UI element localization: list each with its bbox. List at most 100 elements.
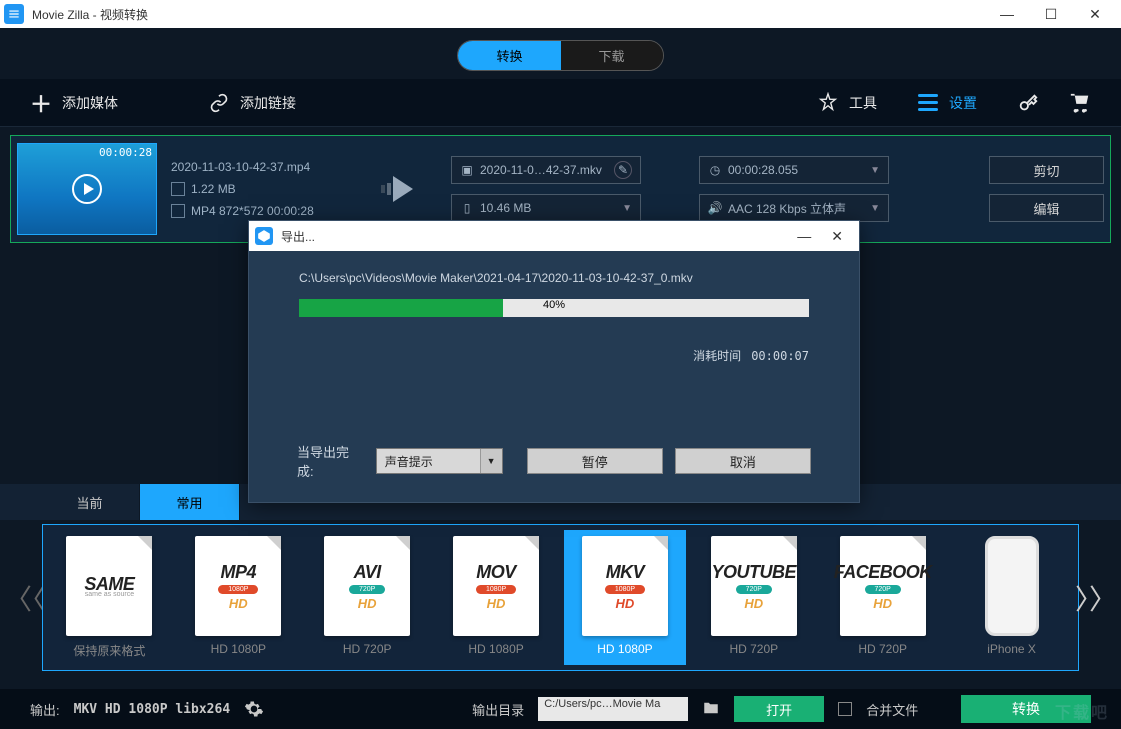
chevron-down-icon: ▼	[870, 165, 880, 176]
filename: 2020-11-03-10-42-37.mp4	[171, 160, 361, 174]
filesize: 1.22 MB	[191, 182, 236, 196]
pencil-icon[interactable]: ✎	[614, 161, 632, 179]
format-panel: 当前 常用 〈〈 SAMEsame as source保持原来格式MP41080…	[0, 484, 1121, 689]
format-sub: same as source	[85, 591, 134, 598]
format-name: FACEBOOK	[834, 562, 932, 583]
cart-icon	[1069, 92, 1091, 114]
format-card-same[interactable]: SAMEsame as source保持原来格式	[48, 530, 171, 665]
format-name: YOUTUBE	[712, 562, 797, 583]
res-badge: 720P	[736, 585, 772, 594]
cart-button[interactable]	[1069, 92, 1091, 114]
duration-value: 00:00:28.055	[728, 163, 798, 177]
gear-icon[interactable]	[244, 699, 264, 719]
hd-badge: HD	[487, 596, 506, 611]
settings-button[interactable]: 设置	[917, 92, 977, 114]
hd-badge: HD	[358, 596, 377, 611]
format-card-youtube[interactable]: YOUTUBE 720P HD HD 720P	[692, 530, 815, 665]
tab-download[interactable]: 下载	[561, 41, 663, 70]
play-icon[interactable]	[72, 174, 102, 204]
plus-icon: ＋	[30, 92, 52, 114]
clock-icon: ◷	[708, 163, 722, 177]
folder-icon[interactable]	[702, 699, 720, 720]
pause-button[interactable]: 暂停	[527, 448, 663, 474]
minimize-button[interactable]: —	[997, 6, 1017, 23]
merge-label: 合并文件	[866, 700, 918, 719]
format-card-mp4[interactable]: MP41080PHDHD 1080P	[177, 530, 300, 665]
output-size-select[interactable]: ▯ 10.46 MB ▼	[451, 194, 641, 222]
speaker-icon: 🔊	[708, 201, 722, 215]
hd-badge: HD	[744, 596, 763, 611]
audio-value: AAC 128 Kbps 立体声	[728, 200, 846, 217]
arrow-icon	[381, 174, 431, 204]
res-badge: 1080P	[218, 585, 258, 594]
settings-label: 设置	[949, 93, 977, 113]
res-badge: 1080P	[476, 585, 516, 594]
format-label: HD 720P	[729, 642, 778, 656]
output-format-value: MKV HD 1080P libx264	[74, 702, 231, 717]
key-button[interactable]	[1017, 92, 1039, 114]
duration-select[interactable]: ◷ 00:00:28.055 ▼	[699, 156, 889, 184]
file-icon: ▯	[460, 201, 474, 215]
add-media-label: 添加媒体	[62, 93, 118, 113]
cancel-button[interactable]: 取消	[675, 448, 811, 474]
dialog-minimize-button[interactable]: —	[797, 228, 811, 245]
elapsed-label: 消耗时间	[693, 349, 741, 363]
export-path: C:\Users\pc\Videos\Movie Maker\2021-04-1…	[299, 271, 809, 285]
edit-button[interactable]: 编辑	[989, 194, 1104, 222]
tools-label: 工具	[849, 93, 877, 113]
on-complete-select[interactable]: 声音提示 ▼	[376, 448, 503, 474]
hd-badge: HD	[616, 596, 635, 611]
outdir-field[interactable]: C:/Users/pc…Movie Ma	[538, 697, 688, 721]
film-icon	[171, 204, 185, 218]
format-name: AVI	[354, 562, 381, 583]
format-label: HD 720P	[858, 642, 907, 656]
chevron-down-icon: ▼	[622, 203, 632, 214]
close-button[interactable]: ✕	[1085, 6, 1105, 23]
file-icon	[171, 182, 185, 196]
dialog-close-button[interactable]: ✕	[831, 228, 843, 245]
maximize-button[interactable]: ☐	[1041, 6, 1061, 23]
open-button[interactable]: 打开	[734, 696, 824, 722]
titlebar: Movie Zilla - 视频转换 — ☐ ✕	[0, 0, 1121, 28]
format-label: iPhone X	[987, 642, 1036, 656]
export-dialog: 导出... — ✕ C:\Users\pc\Videos\Movie Maker…	[248, 220, 860, 503]
on-complete-value: 声音提示	[385, 453, 433, 470]
tab-common[interactable]: 常用	[140, 484, 240, 520]
format-label: HD 720P	[343, 642, 392, 656]
add-media-button[interactable]: ＋ 添加媒体	[30, 92, 118, 114]
format-card-mov[interactable]: MOV1080PHDHD 1080P	[435, 530, 558, 665]
audio-select[interactable]: 🔊 AAC 128 Kbps 立体声 ▼	[699, 194, 889, 222]
format-card-mkv[interactable]: MKV1080PHDHD 1080P	[564, 530, 687, 665]
phone-icon	[985, 536, 1039, 636]
next-arrow[interactable]: 〉〉	[1079, 538, 1113, 658]
format-card-facebook[interactable]: FACEBOOK 720P HD HD 720P	[821, 530, 944, 665]
elapsed-value: 00:00:07	[751, 349, 809, 363]
tab-convert[interactable]: 转换	[458, 41, 560, 70]
key-icon	[1017, 92, 1039, 114]
output-file-select[interactable]: ▣ 2020-11-0…42-37.mkv ✎	[451, 156, 641, 184]
format-card-avi[interactable]: AVI720PHDHD 720P	[306, 530, 429, 665]
footer-bar: 输出: MKV HD 1080P libx264 输出目录 C:/Users/p…	[0, 689, 1121, 729]
menu-icon	[917, 92, 939, 114]
format-card-phone[interactable]: iPhone X	[950, 530, 1073, 665]
tools-button[interactable]: 工具	[817, 92, 877, 114]
cut-button[interactable]: 剪切	[989, 156, 1104, 184]
thumbnail[interactable]: 00:00:28	[17, 143, 157, 235]
hd-badge: HD	[873, 596, 892, 611]
res-badge: 720P	[865, 585, 901, 594]
progress-bar: 40%	[299, 299, 809, 317]
format-name: MOV	[476, 562, 516, 583]
on-complete-label: 当导出完成:	[297, 442, 364, 480]
format-label: HD 1080P	[211, 642, 266, 656]
tab-current[interactable]: 当前	[40, 484, 140, 520]
chevron-down-icon: ▼	[870, 203, 880, 214]
page-icon: YOUTUBE 720P HD	[711, 536, 797, 636]
outdir-label: 输出目录	[472, 700, 524, 719]
prev-arrow[interactable]: 〈〈	[8, 538, 42, 658]
merge-checkbox[interactable]	[838, 702, 852, 716]
app-icon	[255, 227, 273, 245]
output-file-value: 2020-11-0…42-37.mkv	[480, 163, 602, 177]
link-icon	[208, 92, 230, 114]
add-link-button[interactable]: 添加链接	[208, 92, 296, 114]
output-label: 输出:	[30, 700, 60, 719]
